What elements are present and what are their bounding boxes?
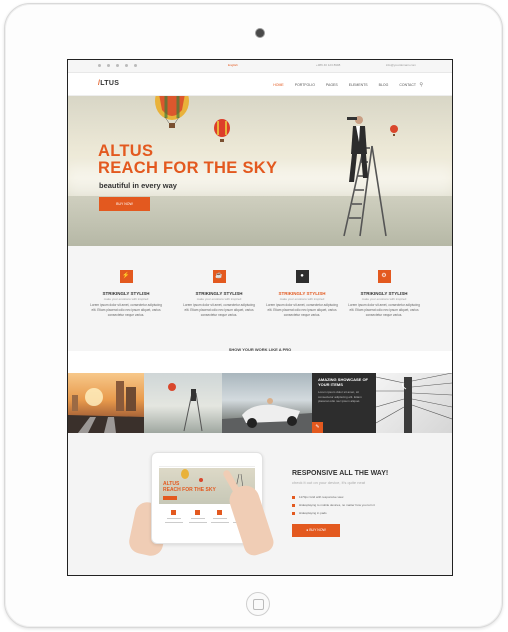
language-select[interactable]: English xyxy=(228,63,238,67)
feature-text: Lorem ipsum dolor sit amet, consectetur … xyxy=(90,303,162,317)
showcase-heading: SHOW YOUR WORK LIKE A PRO xyxy=(228,347,292,352)
portfolio-gallery: AMAZING SHOWCASE OF YOUR ITEMS Lorem ips… xyxy=(68,373,452,433)
link-icon[interactable]: ✎ xyxy=(312,422,323,433)
gallery-image-bridge[interactable] xyxy=(376,373,452,433)
hero-slider: ALTUS REACH FOR THE SKY beautiful in eve… xyxy=(68,96,452,246)
showcase-card-text: Lorem ipsum dolor sit amet, sit consecte… xyxy=(318,390,362,403)
feature-sub: make your emotions with inspired xyxy=(279,297,325,301)
small-balloon-icon xyxy=(214,119,230,142)
feature-card: ● STRIKINGLY STYLISH make your emotions … xyxy=(262,270,342,318)
responsive-subtitle: check it out on your device, it's quite … xyxy=(292,480,366,485)
feature-heading: STRIKINGLY STYLISH xyxy=(278,291,326,296)
facebook-icon[interactable] xyxy=(98,64,101,67)
responsive-title: RESPONSIVE ALL THE WAY! xyxy=(292,470,389,477)
user-icon: ● xyxy=(295,270,309,283)
hero-title: ALTUS REACH FOR THE SKY xyxy=(98,143,277,177)
feature-card: ⚙ STRIKINGLY STYLISH make your emotions … xyxy=(344,270,424,318)
feature-sub: make your emotions with inspired xyxy=(361,297,407,301)
topbar: English +386 40 123 8998 info@yourdomain… xyxy=(68,60,452,73)
twitter-icon[interactable] xyxy=(107,64,110,67)
bridge-image xyxy=(376,373,452,433)
phone-number: +386 40 123 8998 xyxy=(316,63,341,67)
check-icon xyxy=(292,511,295,515)
check-icon xyxy=(292,495,295,499)
pinterest-icon[interactable] xyxy=(116,64,119,67)
gallery-image-car[interactable] xyxy=(222,373,312,433)
gallery-image-city[interactable] xyxy=(68,373,144,433)
showcase-card-title: AMAZING SHOWCASE OF YOUR ITEMS xyxy=(318,377,368,387)
menu-item-blog[interactable]: BLOG xyxy=(379,83,389,87)
convertible-car-image xyxy=(222,398,312,433)
mini-hero-title: ALTUS REACH FOR THE SKY xyxy=(163,481,216,493)
hero-buy-now-button[interactable]: BUY NOW xyxy=(99,197,150,211)
coffee-icon: ☕ xyxy=(212,270,226,283)
city-sunset-image xyxy=(68,381,144,433)
hero-title-line1: ALTUS xyxy=(98,142,154,160)
hero-subtitle: beautiful in every way xyxy=(99,181,177,190)
feature-text: Lorem ipsum dolor sit amet, consectetur … xyxy=(183,303,255,317)
feature-sub: make your emotions with inspired xyxy=(196,297,242,301)
menu-item-home[interactable]: HOME xyxy=(273,83,284,87)
menu: HOME PORTFOLIO PAGES ELEMENTS BLOG CONTA… xyxy=(273,83,416,87)
features-section: ⚡ STRIKINGLY STYLISH make your emotions … xyxy=(68,246,452,351)
google-plus-icon[interactable] xyxy=(125,64,128,67)
website-screen: English +386 40 123 8998 info@yourdomain… xyxy=(67,59,453,576)
tiny-balloon-icon xyxy=(390,125,398,136)
feature-text: Lorem ipsum dolor sit amet, consectetur … xyxy=(266,303,338,317)
feature-card: ☕ STRIKINGLY STYLISH make your emotions … xyxy=(179,270,259,318)
responsive-section: ALTUS REACH FOR THE SKY RESPONSIVE ALL T… xyxy=(68,433,452,575)
hero-title-line2: REACH FOR THE SKY xyxy=(98,159,278,177)
hot-air-balloon-icon xyxy=(155,96,189,128)
ladder-balloon-image xyxy=(168,383,203,432)
search-icon[interactable]: ⚲ xyxy=(419,82,423,88)
feature-text: Lorem ipsum dolor sit amet, consectetur … xyxy=(348,303,420,317)
list-item: 1170px Grid with responsive view xyxy=(292,495,343,499)
email-address[interactable]: info@yourdomain.com xyxy=(386,63,416,67)
menu-item-elements[interactable]: ELEMENTS xyxy=(349,83,368,87)
main-nav: /LTUS HOME PORTFOLIO PAGES ELEMENTS BLOG… xyxy=(68,73,452,96)
gallery-image-ladder[interactable] xyxy=(144,373,222,433)
site-logo[interactable]: /LTUS xyxy=(98,80,119,87)
showcase-card: AMAZING SHOWCASE OF YOUR ITEMS Lorem ips… xyxy=(312,373,376,433)
gear-icon: ⚙ xyxy=(377,270,391,283)
menu-item-portfolio[interactable]: PORTFOLIO xyxy=(295,83,315,87)
list-item: Hidesplaying to mobile devices, no matte… xyxy=(292,503,375,507)
list-item: Hidesplaying in pads xyxy=(292,511,327,515)
lightning-icon: ⚡ xyxy=(119,270,133,283)
menu-item-contact[interactable]: CONTACT xyxy=(399,83,416,87)
responsive-buy-now-button[interactable]: ● BUY NOW xyxy=(292,524,340,537)
feature-heading: STRIKINGLY STYLISH xyxy=(195,291,243,296)
menu-item-pages[interactable]: PAGES xyxy=(326,83,338,87)
tablet-device-frame: English +386 40 123 8998 info@yourdomain… xyxy=(4,3,503,628)
home-square-icon xyxy=(253,599,264,610)
camera-icon xyxy=(255,28,265,38)
feature-heading: STRIKINGLY STYLISH xyxy=(360,291,408,296)
feature-card: ⚡ STRIKINGLY STYLISH make your emotions … xyxy=(86,270,166,318)
linkedin-icon[interactable] xyxy=(134,64,137,67)
feature-sub: make your emotions with inspired xyxy=(103,297,149,301)
mini-buy-button xyxy=(163,496,177,500)
mini-title-line2: REACH FOR THE SKY xyxy=(163,486,216,493)
check-icon xyxy=(292,503,295,507)
home-button[interactable] xyxy=(246,592,270,616)
feature-heading: STRIKINGLY STYLISH xyxy=(102,291,150,296)
